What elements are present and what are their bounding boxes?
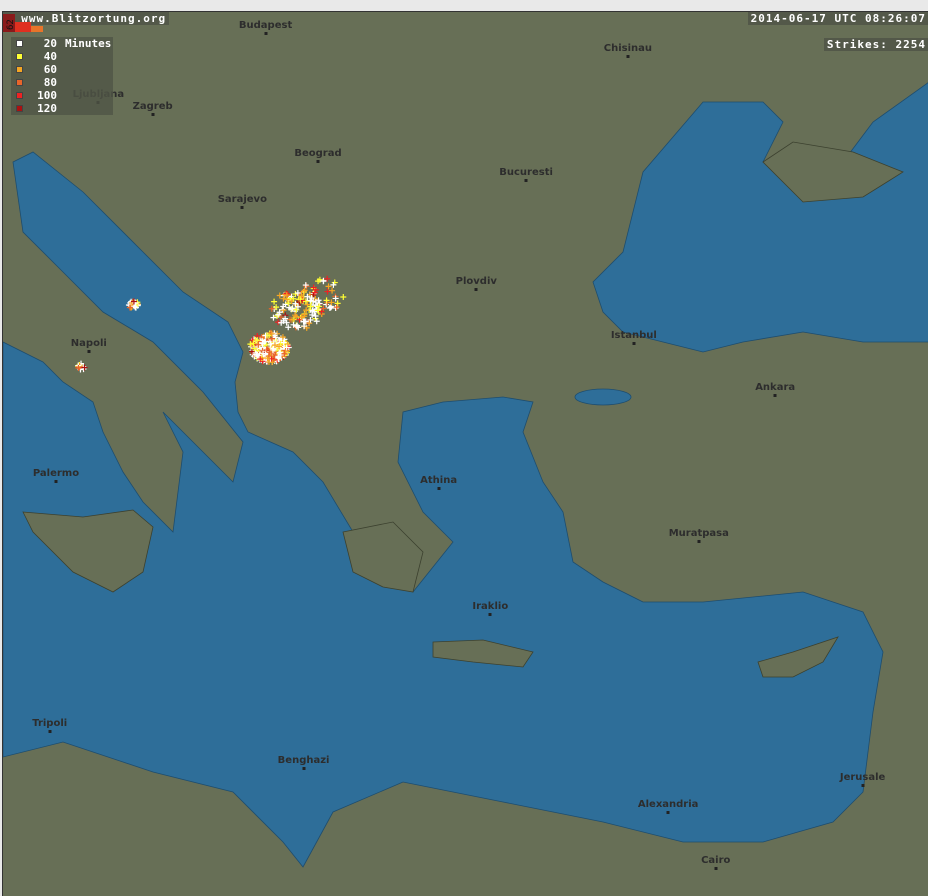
city-marker — [488, 613, 492, 617]
legend-swatch — [16, 92, 23, 99]
city-label: Istanbul — [610, 330, 657, 342]
strike-marker — [325, 283, 332, 290]
legend-item: 40 — [13, 50, 111, 63]
city-marker — [316, 160, 320, 164]
legend-item: 100 — [13, 89, 111, 102]
city-label: Bucuresti — [499, 166, 553, 178]
legend-swatch — [16, 53, 23, 60]
city-marker — [524, 178, 528, 182]
city-marker — [302, 767, 306, 771]
legend-item: 60 — [13, 63, 111, 76]
city-label: Sarajevo — [217, 193, 267, 205]
timestamp: 2014-06-17 UTC 08:26:07 — [747, 12, 928, 25]
city-label: Iraklio — [472, 601, 509, 613]
city-marker — [626, 55, 630, 59]
strike-marker — [293, 323, 300, 330]
city-marker — [773, 393, 777, 397]
legend-minutes: 40 — [43, 50, 57, 63]
black-sea — [592, 82, 928, 353]
city-label: Benghazi — [277, 755, 330, 767]
strike-marker — [324, 288, 331, 295]
city-marker — [474, 287, 478, 291]
city-label: Jerusale — [839, 771, 886, 783]
strike-marker — [275, 319, 282, 326]
city-marker — [48, 730, 52, 734]
legend-minutes: 60 — [43, 63, 57, 76]
city-marker — [666, 811, 670, 815]
strike-histogram: 62 — [3, 14, 43, 32]
histogram-label: 62 — [6, 19, 16, 30]
legend-unit: Minutes — [65, 37, 112, 50]
city-label: Athina — [420, 475, 458, 487]
strike-marker — [329, 287, 336, 294]
city-label: Cairo — [701, 854, 731, 866]
map-viewer: BudapestChisinauLjubljanaZagrebBeogradBu… — [0, 0, 928, 896]
city-label: Beograd — [294, 148, 342, 160]
city-label: Muratpasa — [668, 527, 729, 539]
legend-swatch — [16, 105, 23, 112]
legend-minutes: 100 — [37, 89, 57, 102]
strike-marker — [302, 282, 309, 289]
city-label: Ankara — [755, 381, 796, 393]
legend-swatch — [16, 79, 23, 86]
strike-marker — [340, 294, 347, 301]
strike-marker — [327, 304, 334, 311]
legend-swatch — [16, 66, 23, 73]
city-label: Budapest — [238, 20, 293, 31]
city-marker — [54, 480, 58, 484]
city-label: Zagreb — [132, 100, 173, 112]
city-label: Alexandria — [637, 799, 699, 811]
legend-minutes: 120 — [37, 102, 57, 115]
strike-marker — [292, 312, 299, 319]
strike-marker — [333, 304, 340, 311]
legend-swatch — [16, 40, 23, 47]
sea-of-marmara — [574, 388, 632, 406]
city-marker — [240, 205, 244, 209]
legend-item: 120 — [13, 102, 111, 115]
legend-item: 20 Minutes — [13, 37, 111, 50]
strike-marker — [280, 295, 287, 302]
strike-marker — [271, 298, 278, 305]
city-label: Chisinau — [603, 43, 653, 55]
city-marker — [697, 539, 701, 543]
city-marker — [437, 487, 441, 491]
legend-minutes: 20 — [43, 37, 57, 50]
city-label: Palermo — [32, 468, 80, 480]
city-label: Napoli — [70, 337, 107, 349]
lightning-map[interactable]: BudapestChisinauLjubljanaZagrebBeogradBu… — [2, 11, 928, 896]
legend-item: 80 — [13, 76, 111, 89]
map-geography — [3, 82, 928, 868]
city-marker — [714, 866, 718, 870]
legend-minutes: 80 — [43, 76, 57, 89]
strike-count: Strikes: 2254 — [823, 38, 928, 51]
city-label: Tripoli — [32, 718, 68, 730]
city-label: Plovdiv — [455, 275, 497, 287]
city-marker — [151, 112, 155, 116]
city-marker — [264, 32, 268, 35]
city-marker — [87, 349, 91, 353]
city-marker — [861, 783, 865, 787]
age-legend: 20 Minutes 40 60 80 100 120 — [11, 37, 114, 115]
city-marker — [632, 342, 636, 346]
